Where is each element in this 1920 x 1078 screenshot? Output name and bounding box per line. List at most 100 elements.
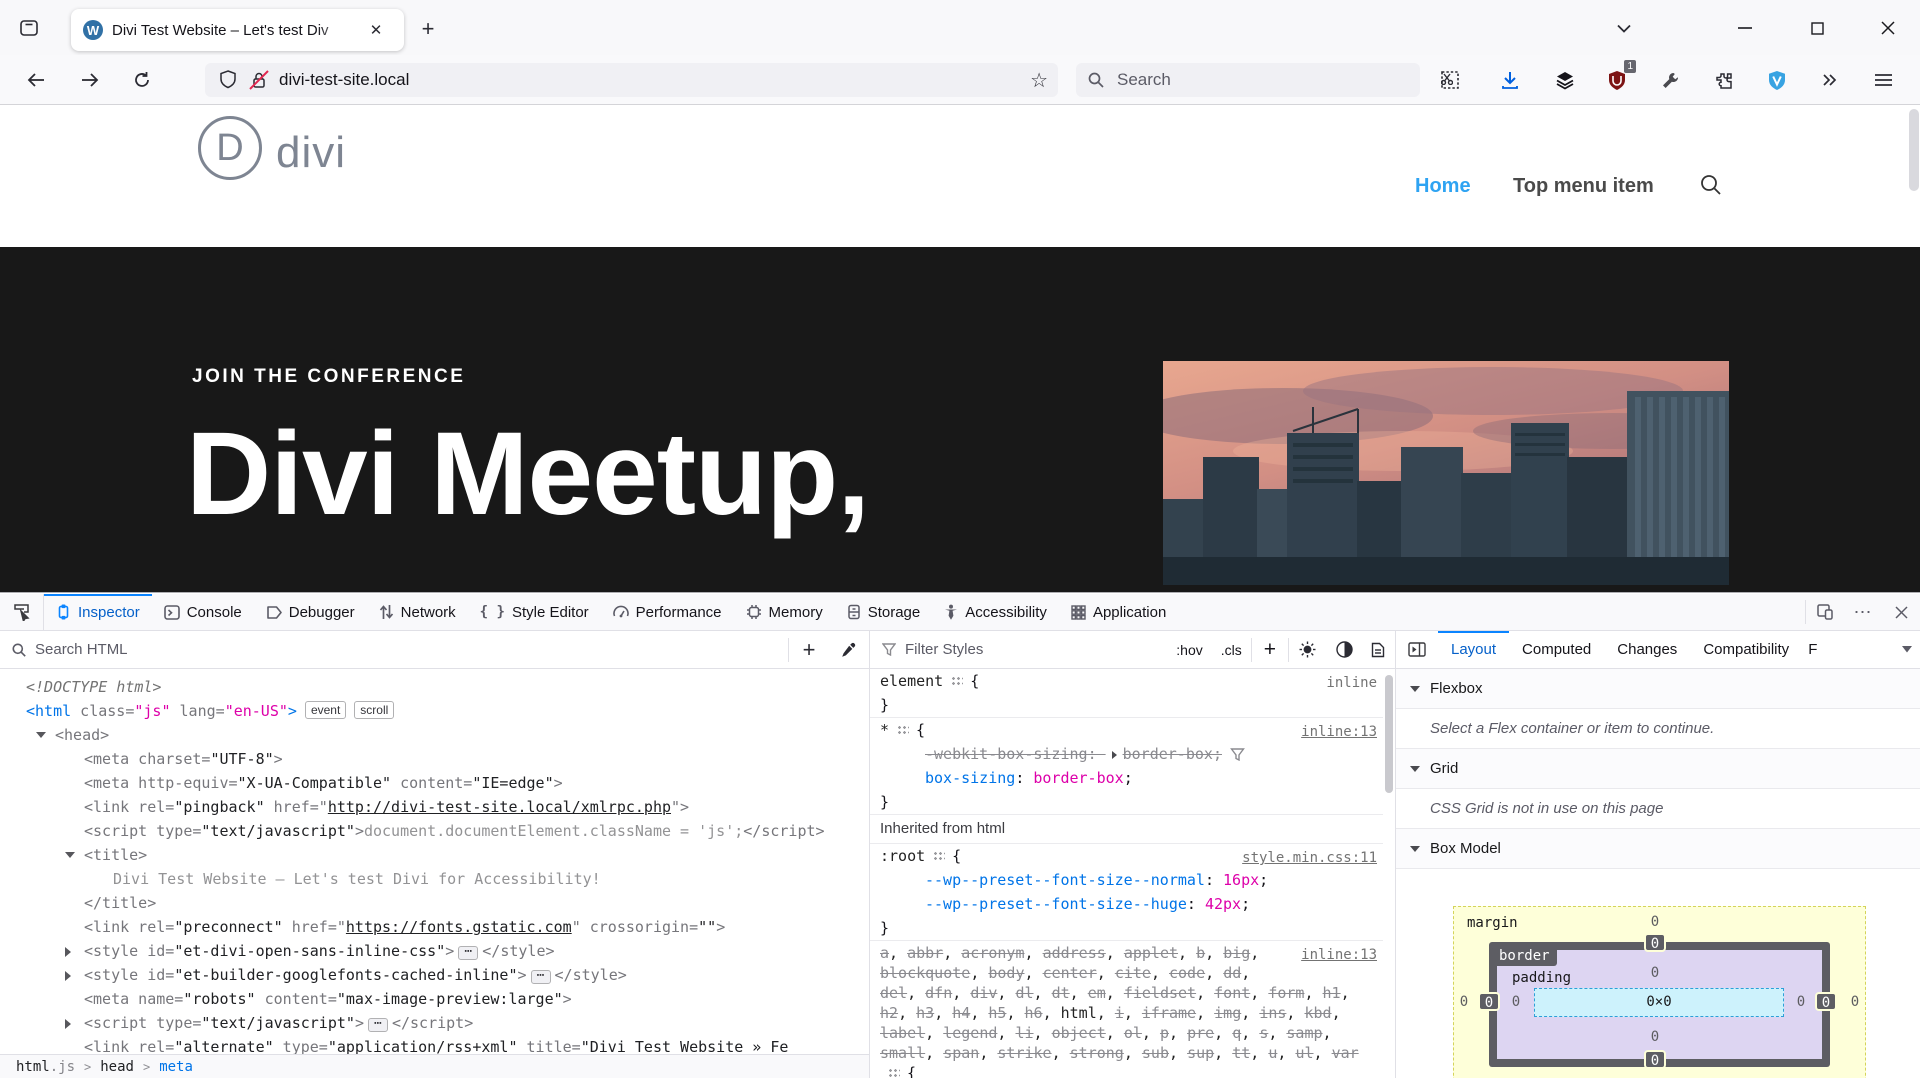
breadcrumb-item-meta[interactable]: meta [159,1059,193,1075]
markup-line[interactable]: <head> [0,723,869,747]
selector-highlighter-icon[interactable] [888,1067,900,1078]
sidebar-tabs-dropdown-icon[interactable] [1902,646,1920,653]
markup-line[interactable]: <link rel="pingback" href="http://divi-t… [0,795,869,819]
selector-highlighter-icon[interactable] [897,724,909,735]
class-panel-toggle[interactable]: .cls [1212,642,1251,658]
css-rule[interactable]: inlineelement{} [870,669,1383,718]
bookmark-star-icon[interactable]: ☆ [1030,68,1048,93]
print-simulation-icon[interactable] [1363,642,1395,658]
add-rule-button[interactable]: + [1252,638,1288,662]
markup-line[interactable]: <link rel="preconnect" href="https://fon… [0,915,869,939]
border-bottom-value[interactable]: 0 [1644,1050,1666,1069]
devtools-tab-inspector[interactable]: Inspector [44,594,152,630]
padding-right-value[interactable]: 0 [1791,994,1811,1010]
markup-line[interactable]: <link rel="alternate" type="application/… [0,1035,869,1054]
flexbox-section-header[interactable]: Flexbox [1396,669,1920,709]
border-right-value[interactable]: 0 [1815,992,1837,1011]
box-model-content-box[interactable]: 0×0 [1534,988,1784,1017]
sidebar-tab-overflow[interactable]: F [1802,631,1828,668]
browser-tab[interactable]: W Divi Test Website – Let's test Div ✕ [71,9,404,51]
sidebar-tab-computed[interactable]: Computed [1509,631,1604,668]
downloads-icon[interactable] [1495,65,1525,95]
markup-line[interactable]: <meta charset="UTF-8"> [0,747,869,771]
rules-scrollbar-thumb[interactable] [1385,675,1393,793]
border-top-value[interactable]: 0 [1644,933,1666,952]
css-rule[interactable]: inline:13*{-webkit-box-sizing: border-bo… [870,718,1383,815]
firefox-view-icon[interactable] [14,13,44,43]
markup-line[interactable]: </title> [0,891,869,915]
grid-section-header[interactable]: Grid [1396,749,1920,789]
meatball-menu-icon[interactable]: ⋯ [1844,594,1882,630]
expand-arrow-icon[interactable] [65,1019,71,1029]
padding-top-value[interactable]: 0 [1645,965,1665,981]
window-minimize-button[interactable] [1730,13,1760,43]
divi-logo-icon[interactable]: D [198,116,262,180]
url-text[interactable]: divi-test-site.local [279,70,1030,90]
expand-inline-icon[interactable]: ⋯ [531,970,551,984]
tab-close-icon[interactable]: ✕ [364,18,388,42]
markup-line[interactable]: <style id="et-builder-googlefonts-cached… [0,963,869,987]
markup-line[interactable]: <meta name="robots" content="max-image-p… [0,987,869,1011]
markup-search-bar[interactable]: Search HTML + [0,631,869,669]
css-rule[interactable]: style.min.css:11:root{--wp--preset--font… [870,844,1383,941]
responsive-design-mode-icon[interactable] [1806,594,1844,630]
margin-left-value[interactable]: 0 [1454,994,1474,1010]
expand-inline-icon[interactable]: ⋯ [368,1018,388,1032]
scroll-badge[interactable]: scroll [354,701,394,719]
add-node-button[interactable]: + [789,631,829,668]
hamburger-menu-icon[interactable] [1868,65,1898,95]
markup-line[interactable]: <style id="et-divi-open-sans-inline-css"… [0,939,869,963]
devtools-tab-performance[interactable]: Performance [601,594,734,630]
extensions-puzzle-icon[interactable] [1708,65,1738,95]
new-tab-button[interactable]: + [413,14,443,44]
devtools-tab-application[interactable]: Application [1059,594,1178,630]
window-close-button[interactable] [1873,13,1903,43]
markup-line[interactable]: <meta http-equiv="X-UA-Compatible" conte… [0,771,869,795]
screenshot-tool-icon[interactable] [1435,65,1465,95]
sidebar-dock-icon[interactable] [1396,631,1438,668]
margin-right-value[interactable]: 0 [1845,994,1865,1010]
reload-button[interactable] [127,65,157,95]
expand-inline-icon[interactable]: ⋯ [458,946,478,960]
devtools-tab-debugger[interactable]: Debugger [254,594,367,630]
tracking-shield-icon[interactable] [219,70,237,90]
devtools-tab-style-editor[interactable]: { } Style Editor [468,594,601,630]
markup-line[interactable]: <!DOCTYPE html> [0,675,869,699]
devtools-tab-accessibility[interactable]: Accessibility [932,594,1059,630]
back-button[interactable] [21,65,51,95]
css-declaration[interactable]: box-sizing: border-box; [880,766,1379,790]
devtools-tab-console[interactable]: Console [152,594,254,630]
collapse-arrow-icon[interactable] [65,852,75,858]
markup-line[interactable]: <title> [0,843,869,867]
list-tabs-chevron-icon[interactable] [1609,13,1639,43]
devtools-close-icon[interactable] [1882,594,1920,630]
sidebar-tab-layout[interactable]: Layout [1438,631,1509,668]
address-bar[interactable]: divi-test-site.local ☆ [205,63,1058,97]
ublock-origin-icon[interactable]: 1 [1602,65,1632,95]
markup-line[interactable]: <html class="js" lang="en-US">eventscrol… [0,699,869,723]
css-declaration[interactable]: -webkit-box-sizing: border-box; [880,742,1379,766]
css-declaration[interactable]: --wp--preset--font-size--huge: 42px; [880,892,1379,916]
divi-logo-word[interactable]: divi [276,128,346,178]
selector-highlighter-icon[interactable] [951,675,963,686]
selector-highlighter-icon[interactable] [933,850,945,861]
sidebar-tab-changes[interactable]: Changes [1604,631,1690,668]
rule-source-link[interactable]: inline:13 [1301,720,1377,744]
overflow-chevron-icon[interactable] [1815,65,1845,95]
markup-line[interactable]: Divi Test Website – Let's test Divi for … [0,867,869,891]
eyedropper-icon[interactable] [829,631,869,668]
margin-top-value[interactable]: 0 [1645,914,1665,930]
sidebar-tab-compatibility[interactable]: Compatibility [1690,631,1802,668]
devtools-tab-memory[interactable]: Memory [734,594,835,630]
devtools-tab-storage[interactable]: Storage [835,594,933,630]
css-declaration[interactable]: --wp--preset--font-size--normal: 16px; [880,868,1379,892]
filter-styles-bar[interactable]: Filter Styles :hov .cls + [870,631,1395,669]
developer-wrench-icon[interactable] [1655,65,1685,95]
markup-line[interactable]: <script type="text/javascript">document.… [0,819,869,843]
site-search-icon[interactable] [1700,174,1722,196]
padding-bottom-value[interactable]: 0 [1645,1029,1665,1045]
breadcrumb-item-html[interactable]: html.js [16,1059,75,1075]
search-bar[interactable]: Search [1076,63,1420,97]
box-model-section-header[interactable]: Box Model [1396,829,1920,869]
css-rule[interactable]: inline:13a, abbr, acronym, address, appl… [870,941,1383,1078]
